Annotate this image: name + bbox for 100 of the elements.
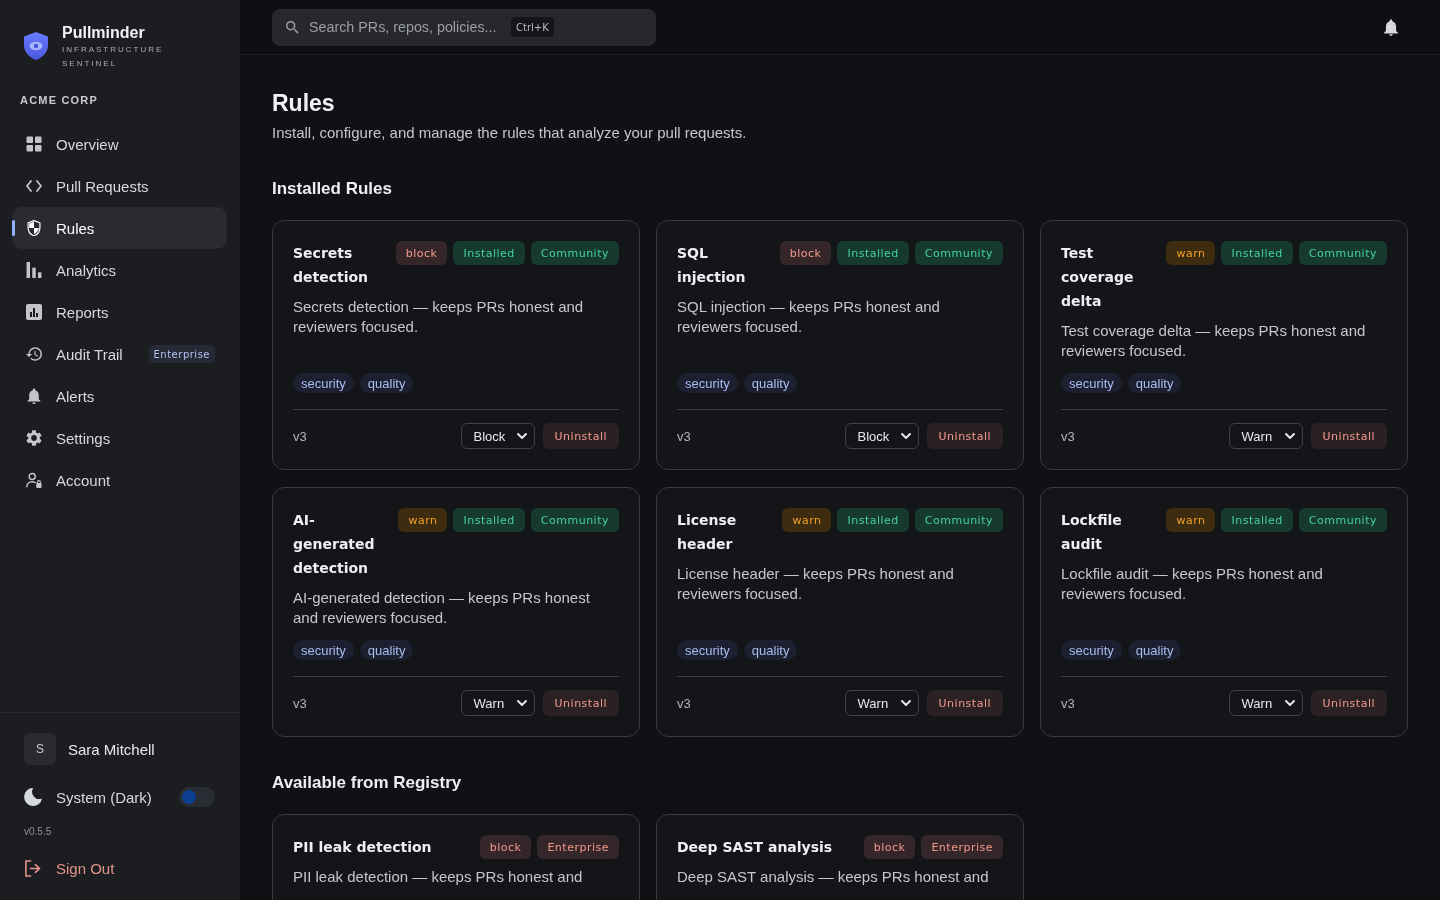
code-icon [26, 178, 42, 194]
rule-badge: Community [914, 508, 1003, 532]
rule-name: PII leak detection [293, 838, 433, 857]
uninstall-button[interactable]: Uninstall [542, 423, 619, 449]
version-label: v0.5.5 [24, 826, 52, 838]
tag-chip: security [293, 640, 354, 660]
rule-name: SQL injection [677, 244, 747, 287]
tag-chip: security [677, 640, 738, 660]
page-subtitle: Install, configure, and manage the rules that analyze your pull requests. [272, 123, 747, 143]
org-name: ACME CORP [20, 93, 99, 107]
chevron-icon [900, 700, 911, 706]
rule-description: License header — keeps PRs honest and reviewers focused. [677, 564, 955, 604]
rule-version: v3 [1061, 695, 1075, 711]
bar-chart-icon [26, 262, 42, 278]
nav-item[interactable]: Alerts [12, 375, 227, 417]
rule-badge: warn [782, 508, 832, 532]
rule-version: v3 [293, 695, 307, 711]
rule-description: Test coverage delta — keeps PRs honest and reviewers focused. [1061, 321, 1367, 361]
tag-chip: quality [743, 640, 798, 660]
rule-name: Deep SAST analysis [677, 838, 834, 857]
section-title: Available from Registry [272, 772, 462, 794]
rule-badge: Enterprise [921, 835, 1003, 859]
mode-select[interactable]: Warn [844, 690, 919, 716]
moon-icon [24, 788, 42, 806]
rule-version: v3 [1061, 428, 1075, 444]
uninstall-button[interactable]: Uninstall [926, 690, 1003, 716]
nav-item[interactable]: Audit Trail Enterprise [12, 333, 227, 375]
rule-badge: Enterprise [537, 835, 619, 859]
tag-chip: security [1061, 640, 1122, 660]
rule-badge: Installed [453, 241, 525, 265]
uninstall-button[interactable]: Uninstall [1310, 423, 1387, 449]
rule-badge: warn [1166, 508, 1216, 532]
nav-item[interactable]: Analytics [12, 249, 227, 291]
search-icon [286, 20, 299, 34]
history-icon [26, 346, 42, 362]
rule-name: Lockfile audit [1061, 511, 1123, 554]
mode-select[interactable]: Block [460, 423, 535, 449]
app-name: Pullminder [62, 24, 145, 42]
tag-chip: security [293, 373, 354, 393]
rule-description: AI-generated detection — keeps PRs honest and reviewers focused. [293, 588, 591, 628]
rule-badge: Installed [837, 508, 909, 532]
search-input[interactable]: Search PRs, repos, policies... [309, 19, 501, 35]
notifications-button[interactable] [1384, 18, 1398, 36]
rule-badge: Community [1298, 508, 1387, 532]
nav-item[interactable]: Pull Requests [12, 165, 227, 207]
rule-version: v3 [293, 428, 307, 444]
chevron-icon [1284, 433, 1295, 439]
theme-label: System (Dark) [56, 788, 152, 806]
rule-name: AI-generated detection [293, 511, 376, 578]
nav-item[interactable]: Rules [12, 207, 227, 249]
sign-out-icon [24, 859, 42, 877]
rule-badge: Installed [1221, 241, 1293, 265]
user-name: Sara Mitchell [68, 740, 155, 758]
grid-icon [26, 136, 42, 152]
shield-icon [26, 220, 42, 236]
uninstall-button[interactable]: Uninstall [542, 690, 619, 716]
rule-description: Secrets detection — keeps PRs honest and reviewers focused. [293, 297, 585, 337]
rule-badge: warn [1166, 241, 1216, 265]
rule-badge: block [779, 241, 832, 265]
chevron-icon [516, 700, 527, 706]
tag-chip: quality [359, 640, 414, 660]
nav-item[interactable]: Account [12, 459, 227, 501]
mode-select[interactable]: Warn [1228, 690, 1303, 716]
app-tagline: INFRASTRUCTURE SENTINEL [62, 44, 164, 70]
uninstall-button[interactable]: Uninstall [1310, 690, 1387, 716]
rule-badge: Community [530, 241, 619, 265]
sign-out-link[interactable]: Sign Out [24, 856, 115, 880]
chevron-icon [900, 433, 911, 439]
rule-description: Deep SAST analysis — keeps PRs honest and [677, 867, 990, 887]
rule-badge: warn [398, 508, 448, 532]
tag-chip: security [1061, 373, 1122, 393]
rule-name: Secrets detection [293, 244, 370, 287]
rule-description: PII leak detection — keeps PRs honest and [293, 867, 584, 887]
rule-name: License header [677, 511, 738, 554]
page-title: Rules [272, 89, 335, 118]
tag-chip: quality [1127, 640, 1182, 660]
nav-item[interactable]: Reports [12, 291, 227, 333]
rule-badge: block [863, 835, 916, 859]
uninstall-button[interactable]: Uninstall [926, 423, 1003, 449]
rule-badge: block [479, 835, 532, 859]
nav-item[interactable]: Overview [12, 123, 227, 165]
mode-select[interactable]: Warn [460, 690, 535, 716]
rule-badge: Installed [1221, 508, 1293, 532]
mode-select[interactable]: Block [844, 423, 919, 449]
nav-item[interactable]: Settings [12, 417, 227, 459]
rule-name: Test coverage delta [1061, 244, 1135, 311]
rule-badge: Community [530, 508, 619, 532]
mode-select[interactable]: Warn [1228, 423, 1303, 449]
section-title: Installed Rules [272, 178, 392, 200]
theme-toggle[interactable] [179, 787, 215, 807]
bell-icon [26, 388, 42, 404]
rule-badge: block [395, 241, 448, 265]
tag-chip: quality [1127, 373, 1182, 393]
rule-badge: Community [914, 241, 1003, 265]
shield-eye-icon [24, 32, 48, 60]
rule-version: v3 [677, 695, 691, 711]
plan-badge: Enterprise [148, 345, 215, 363]
rule-badge: Community [1298, 241, 1387, 265]
chevron-icon [1284, 700, 1295, 706]
tag-chip: security [677, 373, 738, 393]
